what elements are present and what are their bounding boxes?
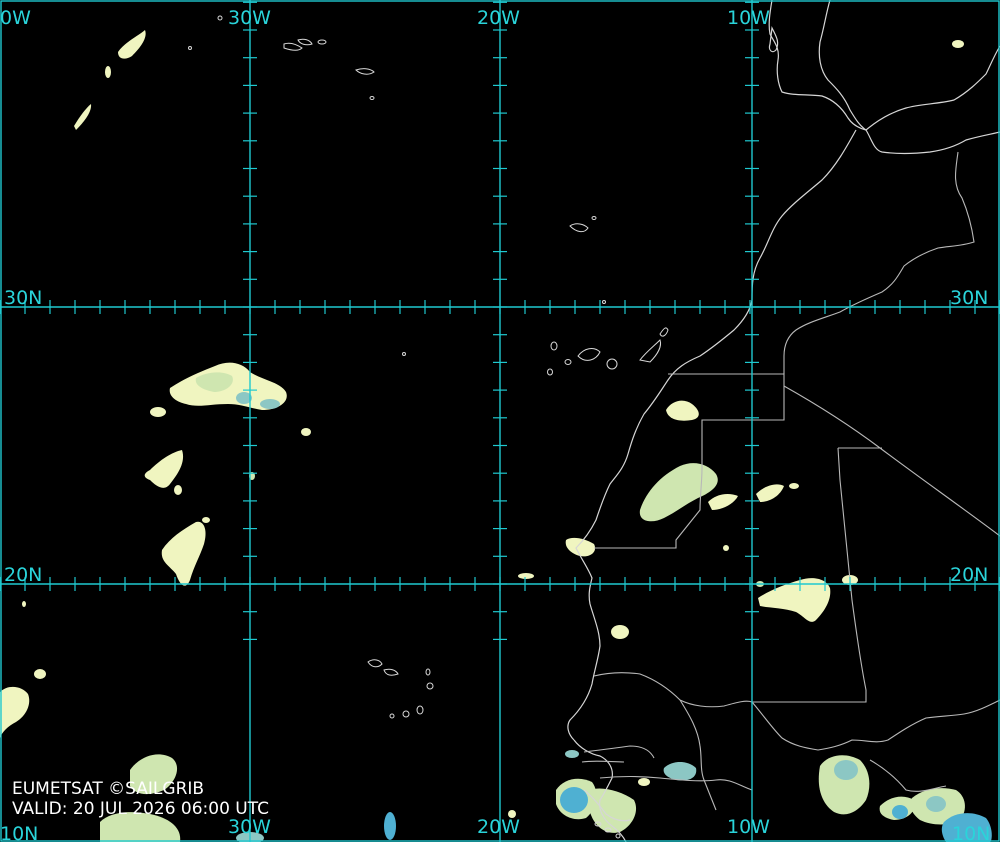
cloud-patch (22, 601, 26, 607)
lat-label-20n-right: 20N (950, 564, 988, 586)
cloud-patch (638, 778, 650, 786)
cloud-patch (892, 805, 908, 819)
cloud-patch (611, 625, 629, 639)
cloud-patch (926, 796, 946, 812)
lat-label-10n-right: 10N (952, 823, 990, 842)
lat-label-30n-left: 30N (4, 287, 42, 309)
lon-label-10w: 10W (727, 7, 770, 29)
cloud-patch (301, 428, 311, 436)
cloud-patch (34, 669, 46, 679)
cloud-patch (105, 66, 111, 78)
cloud-patch (150, 407, 166, 417)
cloud-patch (518, 573, 534, 579)
cloud-cluster (260, 399, 280, 409)
cloud-patch (560, 787, 588, 813)
lon-label-20w: 20W (477, 7, 520, 29)
cloud-patch (952, 40, 964, 48)
cloud-patch (723, 545, 729, 551)
lat-label-10n-left: 10N (0, 823, 38, 842)
cloud-patch (202, 517, 210, 523)
cloud-patch (384, 812, 396, 840)
lat-label-20n-left: 20N (4, 564, 42, 586)
lat-label-30n-right: 30N (950, 287, 988, 309)
satellite-map[interactable]: 0W 30W 20W 10W 30N 30N 20N 20N 10N 30W 2… (0, 0, 1000, 842)
cloud-patch (565, 750, 579, 758)
cloud-patch (789, 483, 799, 489)
lon-label-30w: 30W (228, 7, 271, 29)
lon-label-20w-bottom: 20W (477, 816, 520, 838)
cloud-patch (834, 760, 858, 780)
credit-line: EUMETSAT ©SAILGRIB (12, 779, 205, 799)
lon-label-edge: 0W (0, 7, 31, 29)
lon-label-10w-bottom: 10W (727, 816, 770, 838)
lon-label-30w-bottom: 30W (228, 816, 271, 838)
cloud-patch (174, 485, 182, 495)
valid-time: VALID: 20 JUL 2026 06:00 UTC (12, 799, 270, 819)
